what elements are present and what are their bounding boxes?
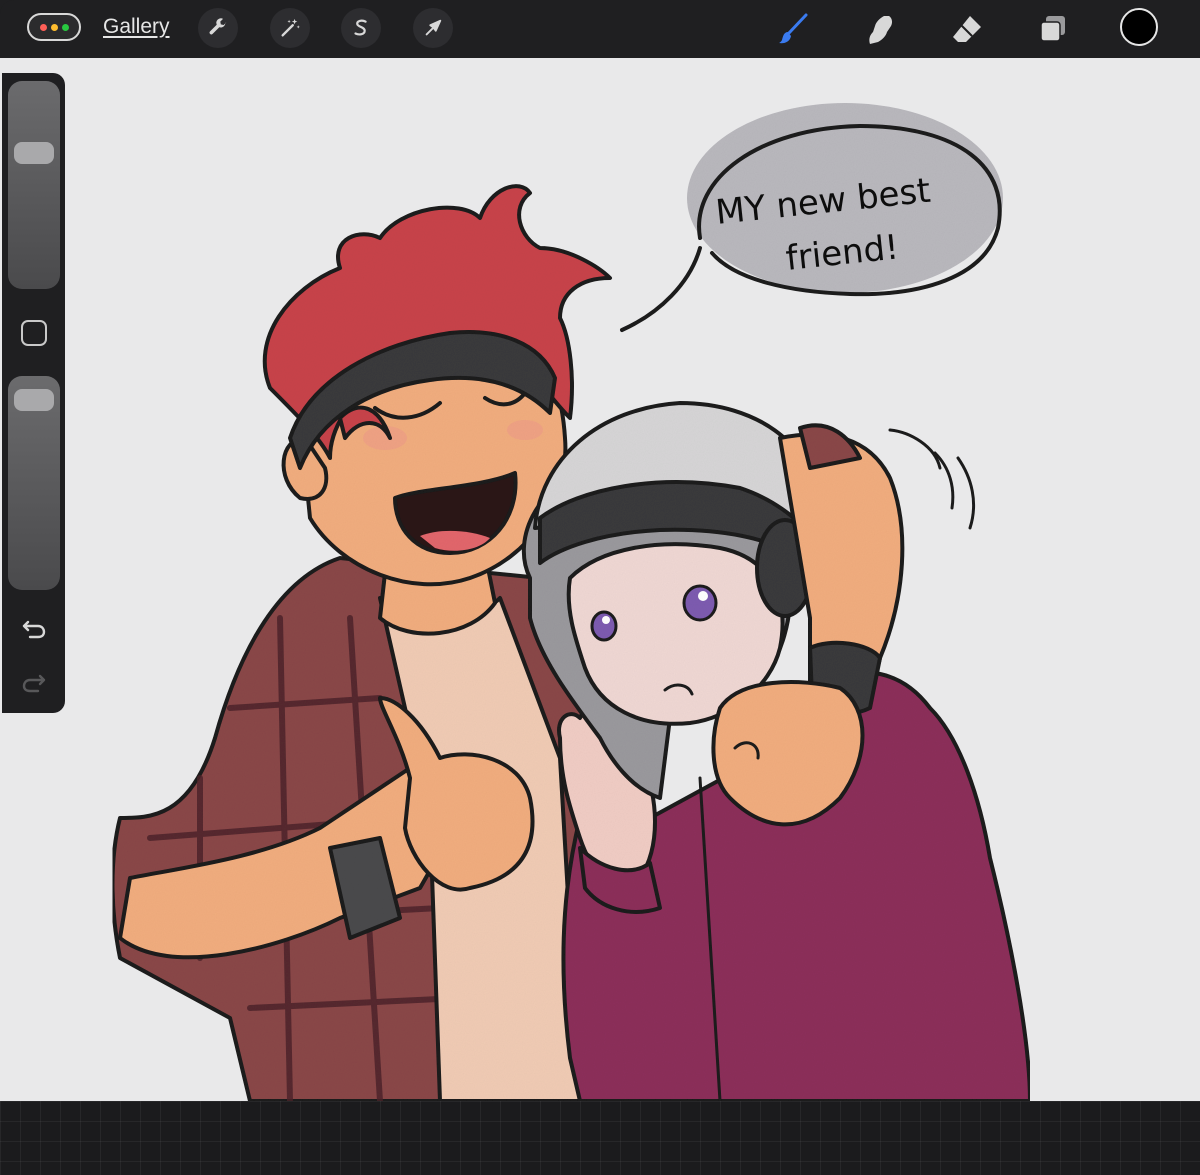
yellow-dot-icon [50,23,58,31]
opacity-thumb[interactable] [14,389,54,412]
brush-size-slider[interactable] [8,81,60,289]
undo-arrow-icon [22,620,46,639]
layers-icon [1040,16,1065,42]
magic-wand-icon [281,18,300,37]
layers-button[interactable] [1032,8,1074,50]
selection-s-icon [354,19,367,36]
redo-arrow-icon [22,674,46,693]
brush-icon [779,13,808,44]
adjustments-button[interactable] [270,8,310,48]
eraser-icon [953,16,981,42]
transform-button[interactable] [413,8,453,48]
undo-button[interactable] [18,615,50,643]
smudge-icon [869,16,893,44]
actions-button[interactable] [198,8,238,48]
smudge-button[interactable] [858,8,900,50]
brush-button[interactable] [772,8,814,50]
drawing-canvas[interactable]: MY new best friend! [0,58,1200,1101]
eraser-button[interactable] [946,8,988,50]
window-menu-button[interactable] [27,13,81,41]
redo-button[interactable] [18,669,50,697]
artwork-illustration: MY new best friend! [110,103,1032,1101]
opacity-slider[interactable] [8,376,60,590]
selection-button[interactable] [341,8,381,48]
color-picker-button[interactable] [1120,8,1158,46]
brush-size-thumb[interactable] [14,141,54,164]
green-dot-icon [61,23,69,31]
red-dot-icon [39,23,47,31]
arrow-cursor-icon [425,19,442,36]
side-toolbar [2,73,65,713]
top-toolbar: Gallery [0,0,1200,59]
gallery-button[interactable]: Gallery [103,15,170,39]
bottom-workspace [0,1101,1200,1175]
wrench-icon [209,18,227,35]
modify-button[interactable] [21,320,47,346]
